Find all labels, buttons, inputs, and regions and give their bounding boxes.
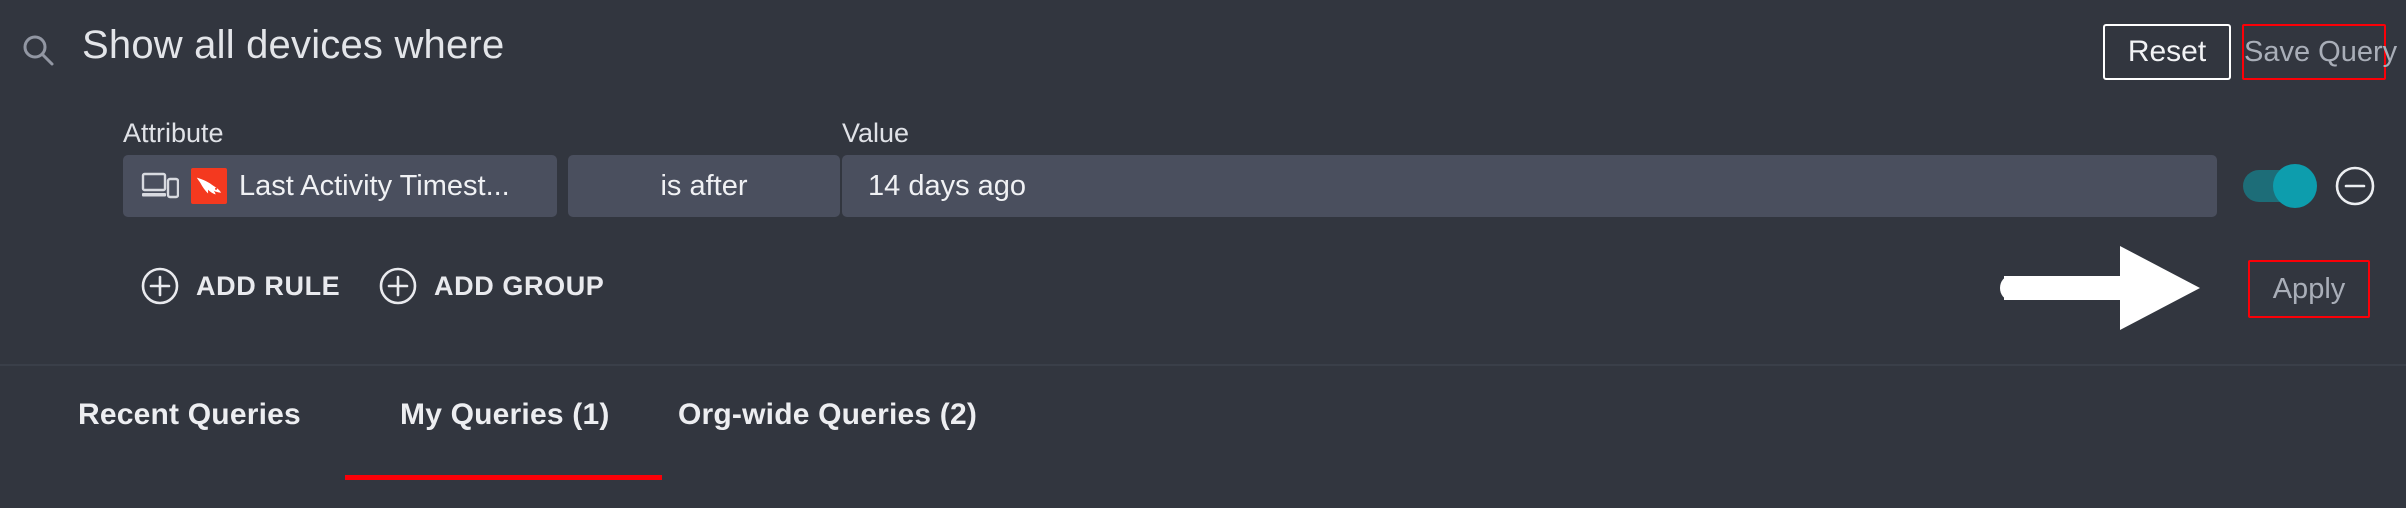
add-group-label: ADD GROUP bbox=[434, 270, 605, 301]
builder-header: Show all devices where Reset Save Query bbox=[0, 0, 2406, 100]
add-rule-button[interactable]: ADD RULE bbox=[140, 258, 340, 314]
crowdstrike-falcon-logo-icon bbox=[191, 168, 227, 204]
query-builder-screen: Show all devices where Reset Save Query … bbox=[0, 0, 2406, 508]
queries-tab-bar: Recent Queries My Queries (1) Org-wide Q… bbox=[0, 366, 2406, 508]
circle-minus-icon[interactable] bbox=[2334, 165, 2376, 207]
add-group-button[interactable]: ADD GROUP bbox=[378, 258, 604, 314]
query-builder-panel: Show all devices where Reset Save Query … bbox=[0, 0, 2406, 365]
save-query-button[interactable]: Save Query bbox=[2242, 24, 2397, 80]
value-input-text: 14 days ago bbox=[868, 169, 1027, 202]
page-title: Show all devices where bbox=[82, 23, 505, 67]
reset-button[interactable]: Reset bbox=[2103, 24, 2231, 80]
operator-select[interactable]: is after bbox=[568, 155, 840, 217]
attribute-select[interactable]: Last Activity Timest... bbox=[123, 155, 557, 217]
value-input[interactable]: 14 days ago bbox=[842, 155, 2217, 217]
value-label: Value bbox=[842, 118, 910, 148]
tab-org-wide-queries[interactable]: Org-wide Queries (2) bbox=[678, 398, 977, 472]
operator-value-text: is after bbox=[660, 169, 748, 202]
add-actions-row: ADD RULE ADD GROUP bbox=[0, 258, 2406, 328]
add-rule-label: ADD RULE bbox=[196, 270, 341, 301]
circle-plus-icon bbox=[140, 266, 180, 306]
attribute-label: Attribute bbox=[123, 118, 224, 148]
apply-button[interactable]: Apply bbox=[2248, 260, 2370, 318]
devices-icon bbox=[141, 171, 180, 201]
circle-plus-icon bbox=[378, 266, 418, 306]
rule-row: Last Activity Timest... is after 14 days… bbox=[0, 155, 2406, 217]
tab-my-queries[interactable]: My Queries (1) bbox=[400, 398, 610, 472]
attribute-value-text: Last Activity Timest... bbox=[239, 169, 510, 202]
rule-enabled-toggle[interactable] bbox=[2243, 164, 2317, 208]
search-icon bbox=[20, 33, 56, 69]
tab-recent-queries[interactable]: Recent Queries bbox=[78, 398, 301, 472]
active-tab-underline bbox=[345, 475, 662, 480]
toggle-knob bbox=[2273, 164, 2317, 208]
